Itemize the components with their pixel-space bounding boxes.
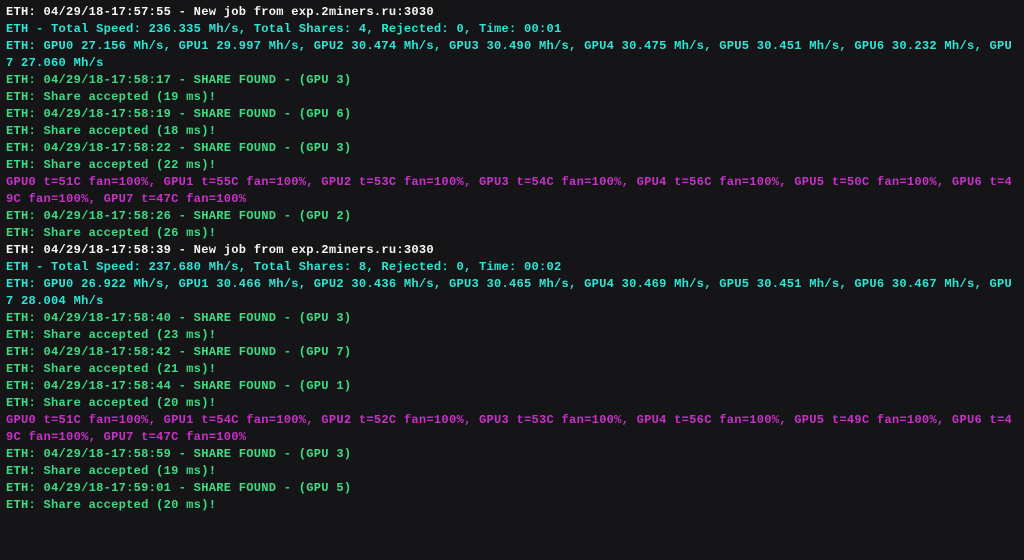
log-line: GPU0 t=51C fan=100%, GPU1 t=54C fan=100%… bbox=[6, 413, 1012, 444]
log-line: ETH: Share accepted (22 ms)! bbox=[6, 158, 216, 172]
log-line: ETH: Share accepted (20 ms)! bbox=[6, 498, 216, 512]
log-line: ETH: Share accepted (20 ms)! bbox=[6, 396, 216, 410]
log-line: ETH: 04/29/18-17:57:55 - New job from ex… bbox=[6, 5, 434, 19]
log-line: ETH: 04/29/18-17:58:26 - SHARE FOUND - (… bbox=[6, 209, 351, 223]
log-line: ETH: Share accepted (21 ms)! bbox=[6, 362, 216, 376]
log-line: ETH: 04/29/18-17:58:59 - SHARE FOUND - (… bbox=[6, 447, 351, 461]
log-line: ETH: Share accepted (19 ms)! bbox=[6, 90, 216, 104]
log-line: ETH: 04/29/18-17:58:44 - SHARE FOUND - (… bbox=[6, 379, 351, 393]
log-line: ETH: 04/29/18-17:58:40 - SHARE FOUND - (… bbox=[6, 311, 351, 325]
log-line: ETH: 04/29/18-17:58:19 - SHARE FOUND - (… bbox=[6, 107, 351, 121]
log-line: ETH: 04/29/18-17:58:39 - New job from ex… bbox=[6, 243, 434, 257]
log-line: ETH: Share accepted (23 ms)! bbox=[6, 328, 216, 342]
log-line: ETH - Total Speed: 236.335 Mh/s, Total S… bbox=[6, 22, 562, 36]
log-line: GPU0 t=51C fan=100%, GPU1 t=55C fan=100%… bbox=[6, 175, 1012, 206]
log-line: ETH: Share accepted (19 ms)! bbox=[6, 464, 216, 478]
log-line: ETH: GPU0 27.156 Mh/s, GPU1 29.997 Mh/s,… bbox=[6, 39, 1012, 70]
log-line: ETH: 04/29/18-17:59:01 - SHARE FOUND - (… bbox=[6, 481, 351, 495]
log-line: ETH: 04/29/18-17:58:22 - SHARE FOUND - (… bbox=[6, 141, 351, 155]
terminal-output: ETH: 04/29/18-17:57:55 - New job from ex… bbox=[0, 0, 1024, 518]
log-line: ETH: 04/29/18-17:58:17 - SHARE FOUND - (… bbox=[6, 73, 351, 87]
log-line: ETH: Share accepted (18 ms)! bbox=[6, 124, 216, 138]
log-line: ETH: 04/29/18-17:58:42 - SHARE FOUND - (… bbox=[6, 345, 351, 359]
log-line: ETH: Share accepted (26 ms)! bbox=[6, 226, 216, 240]
log-line: ETH - Total Speed: 237.680 Mh/s, Total S… bbox=[6, 260, 562, 274]
log-line: ETH: GPU0 26.922 Mh/s, GPU1 30.466 Mh/s,… bbox=[6, 277, 1012, 308]
